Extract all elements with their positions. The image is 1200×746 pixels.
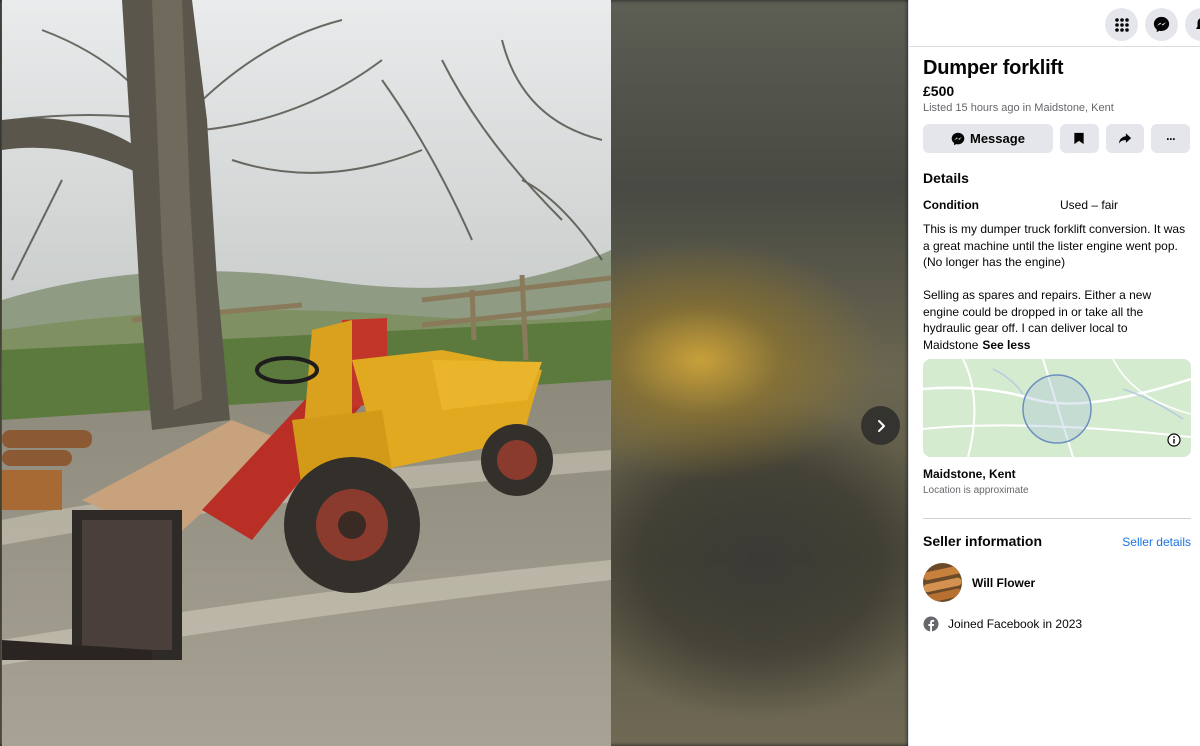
photo-viewer — [0, 0, 908, 746]
joined-text: Joined Facebook in 2023 — [948, 617, 1083, 631]
chevron-right-icon — [877, 419, 885, 432]
bookmark-icon — [1074, 132, 1084, 145]
seller-name[interactable]: Will Flower — [972, 576, 1035, 590]
notifications-button[interactable] — [1185, 8, 1200, 41]
share-icon — [1118, 133, 1132, 144]
more-icon: ··· — [1166, 131, 1176, 146]
grid-menu-icon — [1114, 17, 1129, 32]
location-note: Location is approximate — [923, 485, 1029, 496]
messenger-icon — [1153, 16, 1170, 33]
seller-row[interactable]: Will Flower — [923, 563, 1190, 602]
condition-label: Condition — [923, 198, 979, 212]
message-button[interactable]: Message — [923, 124, 1053, 153]
divider — [923, 518, 1191, 519]
listing-panel: Dumper forklift £500 Listed 15 hours ago… — [908, 0, 1200, 746]
seller-header: Seller information Seller details — [923, 533, 1191, 549]
description-text: This is my dumper truck forklift convers… — [923, 222, 1186, 352]
next-photo-button[interactable] — [861, 406, 900, 445]
messenger-button[interactable] — [1145, 8, 1178, 41]
messenger-icon — [951, 132, 965, 145]
seller-heading: Seller information — [923, 533, 1043, 549]
joined-info: Joined Facebook in 2023 — [923, 616, 1190, 632]
seller-details-link[interactable]: Seller details — [1122, 535, 1191, 549]
action-bar: Message ··· — [923, 124, 1190, 153]
condition-row: Condition Used – fair — [923, 198, 1190, 212]
listing-meta: Listed 15 hours ago in Maidstone, Kent — [923, 102, 1114, 114]
listing-price: £500 — [923, 83, 955, 99]
bell-icon — [1195, 17, 1200, 32]
condition-value: Used – fair — [1060, 198, 1119, 212]
location-name: Maidstone, Kent — [923, 467, 1016, 481]
info-icon[interactable] — [1167, 433, 1181, 447]
listing-title: Dumper forklift — [923, 57, 1064, 79]
menu-button[interactable] — [1105, 8, 1138, 41]
message-button-label: Message — [970, 131, 1025, 146]
listing-description: This is my dumper truck forklift convers… — [923, 221, 1190, 353]
location-map[interactable] — [923, 359, 1191, 457]
see-less-link[interactable]: See less — [982, 338, 1030, 352]
facebook-icon — [923, 616, 939, 632]
more-options-button[interactable]: ··· — [1151, 124, 1190, 153]
listing-photo[interactable] — [2, 0, 611, 746]
top-bar — [909, 0, 1200, 47]
details-heading: Details — [923, 170, 969, 186]
save-button[interactable] — [1059, 124, 1099, 153]
avatar[interactable] — [923, 563, 962, 602]
share-button[interactable] — [1105, 124, 1145, 153]
